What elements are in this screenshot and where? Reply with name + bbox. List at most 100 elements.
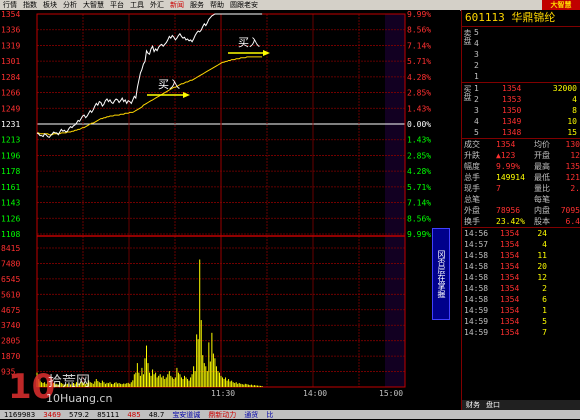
volume-label: 5610 <box>1 290 20 299</box>
tick-time: 14:58 <box>464 262 489 271</box>
price-label: 1108 <box>1 230 20 239</box>
bid-row: 2 1353 4 <box>462 94 580 105</box>
tick-time: 14:58 <box>464 295 489 304</box>
volume-label: 4675 <box>1 306 20 315</box>
level: 4 <box>474 39 479 48</box>
tick-row: 14:58 1354 11 <box>462 250 580 261</box>
stat-label: 总手 <box>464 173 480 182</box>
tick-time: 14:58 <box>464 284 489 293</box>
pct-label: 8.56% <box>407 214 431 223</box>
stat-value: 121 <box>565 173 580 182</box>
menu-item[interactable]: 平台 <box>107 0 127 10</box>
buy-annotation: 买入 <box>158 78 180 91</box>
status-item: 通货 <box>244 410 259 419</box>
tick-volume: 6 <box>542 295 547 304</box>
stat-value: 7095 <box>560 206 580 215</box>
watermark-text: 拾荒网 <box>48 374 90 390</box>
tick-time: 14:58 <box>464 251 489 260</box>
afterhours-zone <box>385 14 405 387</box>
ask-row: 3 <box>462 49 580 60</box>
price-label: 1196 <box>1 151 20 160</box>
pct-label: 1.43% <box>407 136 431 145</box>
tick-row: 14:58 1354 6 <box>462 294 580 305</box>
menu-item[interactable]: 指数 <box>20 0 40 10</box>
menu-item[interactable]: 行情 <box>0 0 20 10</box>
quote-tab[interactable]: 财务 <box>466 400 480 410</box>
stat-label: 内盘 <box>534 206 550 215</box>
price-label: 1284 <box>1 73 20 82</box>
time-label: 14:00 <box>303 389 327 398</box>
status-item: 鼎新动力 <box>208 410 237 419</box>
level: 2 <box>474 95 479 104</box>
volume-label: 7480 <box>1 259 20 268</box>
bid-row: 1 1354 32000 买盘 <box>462 83 580 101</box>
tick-price: 1354 <box>500 317 520 326</box>
stat-value: 130 <box>565 140 580 149</box>
volume-label: 3740 <box>1 321 20 330</box>
menu-item[interactable]: 工具 <box>127 0 147 10</box>
pct-label: 4.28% <box>407 167 431 176</box>
pct-label: 2.85% <box>407 89 431 98</box>
tick-row: 14:59 1354 7 <box>462 327 580 338</box>
bid-price: 1349 <box>502 117 522 126</box>
side-toggle-button[interactable]: 冈否层在掌握 <box>432 228 450 320</box>
tick-row: 14:59 1354 1 <box>462 305 580 316</box>
watermark-logo: 10 拾荒网 10Huang.cn <box>8 367 112 407</box>
buy-annotation: 买入 <box>238 36 260 49</box>
price-label: 1213 <box>1 136 20 145</box>
level: 1 <box>474 72 479 81</box>
stat-label: 幅度 <box>464 162 480 171</box>
stat-row: 总笔 每笔 <box>462 194 580 205</box>
bid-volume: 10 <box>567 117 577 126</box>
stat-label: 每笔 <box>534 195 550 204</box>
stat-row: 现手 7 量比 2. <box>462 183 580 194</box>
menu-item[interactable]: 圆跟老安 <box>227 0 261 10</box>
menu-item[interactable]: 帮助 <box>207 0 227 10</box>
menu-item[interactable]: 板块 <box>40 0 60 10</box>
volume-label: 1870 <box>1 352 20 361</box>
tick-price: 1354 <box>500 306 520 315</box>
level: 5 <box>474 128 479 137</box>
price-label: 1249 <box>1 104 20 113</box>
volume-label: 2805 <box>1 337 20 346</box>
price-label: 1143 <box>1 199 20 208</box>
bid-row: 5 1348 15 <box>462 127 580 139</box>
stat-value: 6.4 <box>565 217 580 226</box>
status-item: 宝安道诚 <box>172 410 201 419</box>
stat-value: 149914 <box>496 173 525 182</box>
tick-volume: 2 <box>542 284 547 293</box>
stat-label: 外盘 <box>464 206 480 215</box>
tick-row: 14:57 1354 4 <box>462 239 580 250</box>
pct-label: 7.14% <box>407 199 431 208</box>
stat-label: 股本 <box>534 217 550 226</box>
tick-volume: 11 <box>537 251 547 260</box>
menu-item[interactable]: 服务 <box>187 0 207 10</box>
quote-tab[interactable]: 盘口 <box>486 400 500 410</box>
menu-item[interactable]: 新闻 <box>167 0 187 10</box>
stat-value: 7 <box>496 184 501 193</box>
intraday-chart[interactable]: 1354 9.99% 1336 8.56% 1319 7.14% 1301 5.71% 1284… <box>0 10 460 410</box>
menu-item[interactable]: 分析 <box>60 0 80 10</box>
stat-label: 成交 <box>464 140 480 149</box>
price-label: 1161 <box>1 183 20 192</box>
tick-volume: 12 <box>537 273 547 282</box>
status-item: 1169983 <box>4 410 36 419</box>
tick-price: 1354 <box>500 328 520 337</box>
pct-label: 0.00% <box>407 120 431 129</box>
tick-price: 1354 <box>500 284 520 293</box>
menu-item[interactable]: 大智慧 <box>80 0 107 10</box>
menu-item[interactable]: 外汇 <box>147 0 167 10</box>
tick-time: 14:59 <box>464 328 489 337</box>
status-item: 579.2 <box>69 410 90 419</box>
status-bar: 1169983 3469 579.2 85111 485 48.7 宝安道诚 鼎新动力 通货比 <box>0 410 580 419</box>
price-label: 1319 <box>1 41 20 50</box>
pct-label: 5.71% <box>407 183 431 192</box>
bid-volume: 8 <box>572 106 577 115</box>
bid-volume: 32000 <box>552 84 577 93</box>
price-label: 1354 <box>1 10 20 19</box>
level: 1 <box>474 84 479 93</box>
ask-row: 4 <box>462 38 580 49</box>
bid-price: 1353 <box>502 95 522 104</box>
brand-badge: 大智慧 <box>542 0 580 10</box>
bid-volume: 4 <box>572 95 577 104</box>
